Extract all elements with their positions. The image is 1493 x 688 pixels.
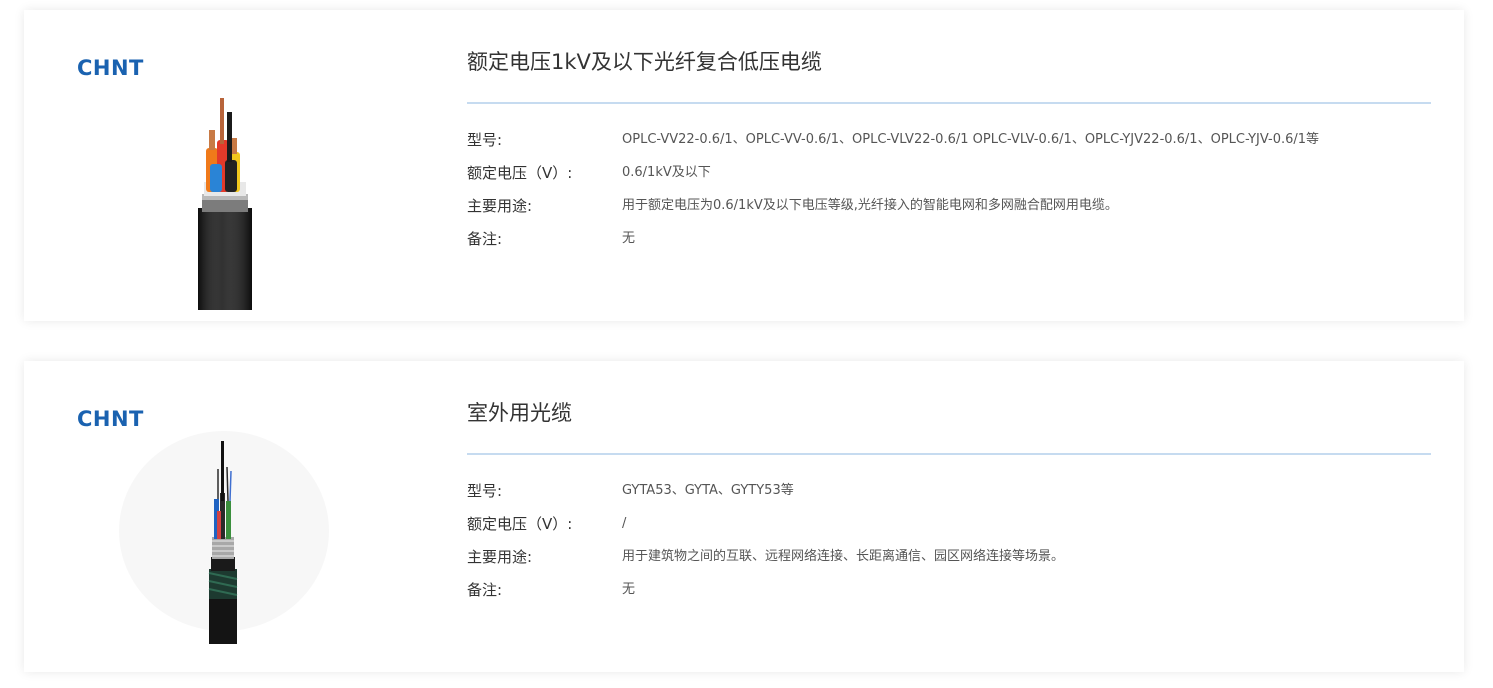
spec-label: 型号: (467, 482, 503, 500)
spec-row-note: 备注: 无 (467, 579, 1431, 601)
spec-label: 备注: (467, 230, 503, 248)
title-divider (467, 453, 1431, 455)
brand-logo: CHNT (77, 56, 144, 80)
spec-label: 型号: (467, 131, 503, 149)
spec-value: 0.6/1kV及以下 (622, 165, 711, 180)
spec-label: 额定电压（V）: (467, 515, 573, 533)
spec-row-usage: 主要用途: 用于额定电压为0.6/1kV及以下电压等级,光纤接入的智能电网和多网… (467, 195, 1431, 217)
spec-value: 用于额定电压为0.6/1kV及以下电压等级,光纤接入的智能电网和多网融合配网用电… (622, 198, 1118, 213)
spec-label: 额定电压（V）: (467, 164, 573, 182)
spec-row-usage: 主要用途: 用于建筑物之间的互联、远程网络连接、长距离通信、园区网络连接等场景。 (467, 546, 1431, 568)
spec-label: 主要用途: (467, 548, 533, 566)
spec-row-voltage: 额定电压（V）: 0.6/1kV及以下 (467, 162, 1431, 184)
product-card-power-fiber-cable: CHNT 额定电压1kV及以下光纤复合低压电缆 型号: OPLC-VV22-0.… (24, 10, 1464, 321)
power-cable-icon (198, 98, 252, 310)
spec-row-model: 型号: OPLC-VV22-0.6/1、OPLC-VV-0.6/1、OPLC-V… (467, 129, 1431, 151)
spec-label: 主要用途: (467, 197, 533, 215)
spec-value: 无 (622, 582, 636, 597)
spec-row-voltage: 额定电压（V）: / (467, 513, 1431, 535)
fiber-optic-cable-icon (119, 431, 329, 644)
spec-value: 无 (622, 231, 636, 246)
spec-value: / (622, 516, 627, 531)
spec-value: GYTA53、GYTA、GYTY53等 (622, 483, 794, 498)
title-divider (467, 102, 1431, 104)
spec-label: 备注: (467, 581, 503, 599)
spec-value: 用于建筑物之间的互联、远程网络连接、长距离通信、园区网络连接等场景。 (622, 549, 1065, 564)
product-title[interactable]: 额定电压1kV及以下光纤复合低压电缆 (467, 48, 822, 76)
spec-row-model: 型号: GYTA53、GYTA、GYTY53等 (467, 480, 1431, 502)
product-card-outdoor-fiber-cable: CHNT 室外用光缆 型号: GYTA53、GYTA、GYTY53等 额定电压（… (24, 361, 1464, 672)
spec-row-note: 备注: 无 (467, 228, 1431, 250)
spec-value: OPLC-VV22-0.6/1、OPLC-VV-0.6/1、OPLC-VLV22… (622, 132, 1320, 147)
product-title[interactable]: 室外用光缆 (467, 399, 572, 427)
